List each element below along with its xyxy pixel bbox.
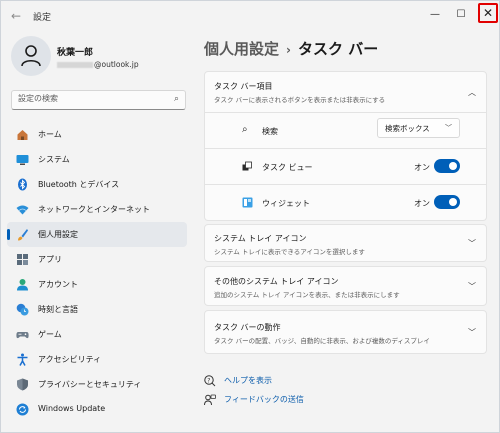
row-label: ウィジェット <box>262 199 310 208</box>
sidebar-item-label: Bluetooth とデバイス <box>38 180 120 189</box>
sidebar-item-label: アクセシビリティ <box>38 355 102 364</box>
dropdown-value: 検索ボックス <box>385 124 430 133</box>
sidebar-item-label: ゲーム <box>38 330 62 339</box>
sidebar-item-accessibility[interactable]: アクセシビリティ <box>7 347 187 372</box>
sidebar-item-privacy[interactable]: プライバシーとセキュリティ <box>7 372 187 397</box>
brush-icon <box>18 229 28 241</box>
settings-window: ← 設定 — ☐ ✕ 秋葉一郎 @outlook.jp ⌕ <box>0 0 500 433</box>
sidebar-item-label: 時刻と言語 <box>38 305 78 314</box>
section-title: タスク バー項目 <box>214 82 273 91</box>
refresh-icon <box>16 403 29 416</box>
chevron-down-icon[interactable]: ﹀ <box>468 327 476 338</box>
sidebar-item-accounts[interactable]: アカウント <box>7 272 187 297</box>
taskbar-behaviors-section[interactable]: タスク バーの動作 タスク バーの配置、バッジ、自動的に非表示、および複数のディ… <box>204 310 487 354</box>
sidebar-item-label: アカウント <box>38 280 78 289</box>
widgets-icon <box>242 197 253 208</box>
task-view-toggle[interactable] <box>434 159 460 173</box>
sidebar-nav: ホーム システム Bluetooth とデバイス ネットワークとインターネット <box>7 122 187 422</box>
breadcrumb-parent[interactable]: 個人用設定 <box>204 40 279 58</box>
chevron-down-icon[interactable]: ﹀ <box>468 281 476 292</box>
sidebar-item-label: Windows Update <box>38 404 106 413</box>
section-title: その他のシステム トレイ アイコン <box>214 277 339 286</box>
sidebar-item-label: システム <box>38 155 70 164</box>
bluetooth-icon <box>18 178 27 191</box>
row-label: タスク ビュー <box>262 163 313 172</box>
sidebar-item-label: ホーム <box>38 130 62 139</box>
minimize-button[interactable]: — <box>425 5 445 25</box>
taskbar-item-search-row: ⌕ 検索 検索ボックス ﹀ <box>204 113 487 149</box>
close-icon: ✕ <box>482 6 494 20</box>
sidebar-item-home[interactable]: ホーム <box>7 122 187 147</box>
page-title: タスク バー <box>297 40 379 58</box>
sidebar-item-apps[interactable]: アプリ <box>7 247 187 272</box>
maximize-icon: ☐ <box>456 9 466 20</box>
gamepad-icon <box>16 332 29 339</box>
sidebar-item-label: プライバシーとセキュリティ <box>38 380 142 389</box>
sidebar-item-label: アプリ <box>38 255 62 264</box>
search-mode-dropdown[interactable]: 検索ボックス ﹀ <box>377 118 460 138</box>
widgets-toggle[interactable] <box>434 195 460 209</box>
taskbar-item-task-view-row: タスク ビュー オン <box>204 149 487 185</box>
toggle-state-label: オン <box>414 163 430 172</box>
help-link-label: ヘルプを表示 <box>224 376 272 385</box>
section-title: タスク バーの動作 <box>214 323 281 332</box>
search-icon: ⌕ <box>242 124 248 135</box>
sidebar-item-system[interactable]: システム <box>7 147 187 172</box>
avatar[interactable] <box>11 36 51 76</box>
person-silhouette-icon <box>21 45 41 67</box>
search-input[interactable] <box>18 94 158 103</box>
task-view-icon <box>242 161 252 171</box>
apps-icon <box>17 254 28 265</box>
taskbar-items-section[interactable]: タスク バー項目 タスク バーに表示されるボタンを表示または非表示にする ︿ <box>204 71 487 113</box>
system-tray-icons-section[interactable]: システム トレイ アイコン システム トレイに表示できるアイコンを選択します ﹀ <box>204 224 487 262</box>
chevron-down-icon[interactable]: ﹀ <box>468 238 476 249</box>
other-tray-icons-section[interactable]: その他のシステム トレイ アイコン 追加のシステム トレイ アイコンを表示、また… <box>204 266 487 306</box>
sidebar-item-windows-update[interactable]: Windows Update <box>7 397 187 422</box>
close-button[interactable]: ✕ <box>478 3 498 23</box>
sidebar-item-label: ネットワークとインターネット <box>38 205 150 214</box>
display-icon <box>16 155 29 165</box>
sidebar-item-personalization[interactable]: 個人用設定 <box>7 222 187 247</box>
sidebar-item-time-language[interactable]: 時刻と言語 <box>7 297 187 322</box>
accessibility-icon <box>17 353 28 366</box>
shield-icon <box>17 378 28 391</box>
sidebar-item-label: 個人用設定 <box>38 230 78 239</box>
user-email: @outlook.jp <box>57 60 139 69</box>
search-icon[interactable]: ⌕ <box>174 94 179 104</box>
row-label: 検索 <box>262 127 278 136</box>
feedback-icon <box>204 394 216 406</box>
section-subtitle: タスク バーに表示されるボタンを表示または非表示にする <box>214 96 386 104</box>
section-subtitle: タスク バーの配置、バッジ、自動的に非表示、および複数のディスプレイ <box>214 337 430 345</box>
svg-text:?: ? <box>207 377 210 384</box>
chevron-down-icon: ﹀ <box>445 124 452 132</box>
section-subtitle: システム トレイに表示できるアイコンを選択します <box>214 248 365 256</box>
section-subtitle: 追加のシステム トレイ アイコンを表示、または非表示にします <box>214 291 400 299</box>
user-email-domain: @outlook.jp <box>94 60 139 69</box>
maximize-button[interactable]: ☐ <box>451 5 471 25</box>
back-button[interactable]: ← <box>7 7 25 25</box>
toggle-state-label: オン <box>414 199 430 208</box>
title-bar: ← 設定 — ☐ ✕ <box>1 1 499 31</box>
section-title: システム トレイ アイコン <box>214 234 307 243</box>
clock-globe-icon <box>16 303 29 316</box>
taskbar-item-widgets-row: ウィジェット オン <box>204 185 487 221</box>
sidebar-item-gaming[interactable]: ゲーム <box>7 322 187 347</box>
chevron-up-icon[interactable]: ︿ <box>468 87 476 98</box>
wifi-icon <box>16 205 29 215</box>
minimize-icon: — <box>430 9 440 20</box>
email-redaction <box>57 62 93 68</box>
breadcrumb-separator: › <box>286 43 291 57</box>
back-arrow-icon: ← <box>10 9 22 23</box>
settings-search-box[interactable]: ⌕ <box>11 90 186 110</box>
home-icon <box>17 130 28 140</box>
sidebar-item-bluetooth[interactable]: Bluetooth とデバイス <box>7 172 187 197</box>
sidebar-item-network[interactable]: ネットワークとインターネット <box>7 197 187 222</box>
breadcrumb: 個人用設定 › タスク バー <box>204 38 378 59</box>
window-title: 設定 <box>33 13 52 23</box>
person-icon <box>17 279 28 291</box>
feedback-link-label: フィードバックの送信 <box>224 395 304 404</box>
help-icon: ? <box>204 375 216 387</box>
user-name: 秋葉一郎 <box>57 48 94 58</box>
